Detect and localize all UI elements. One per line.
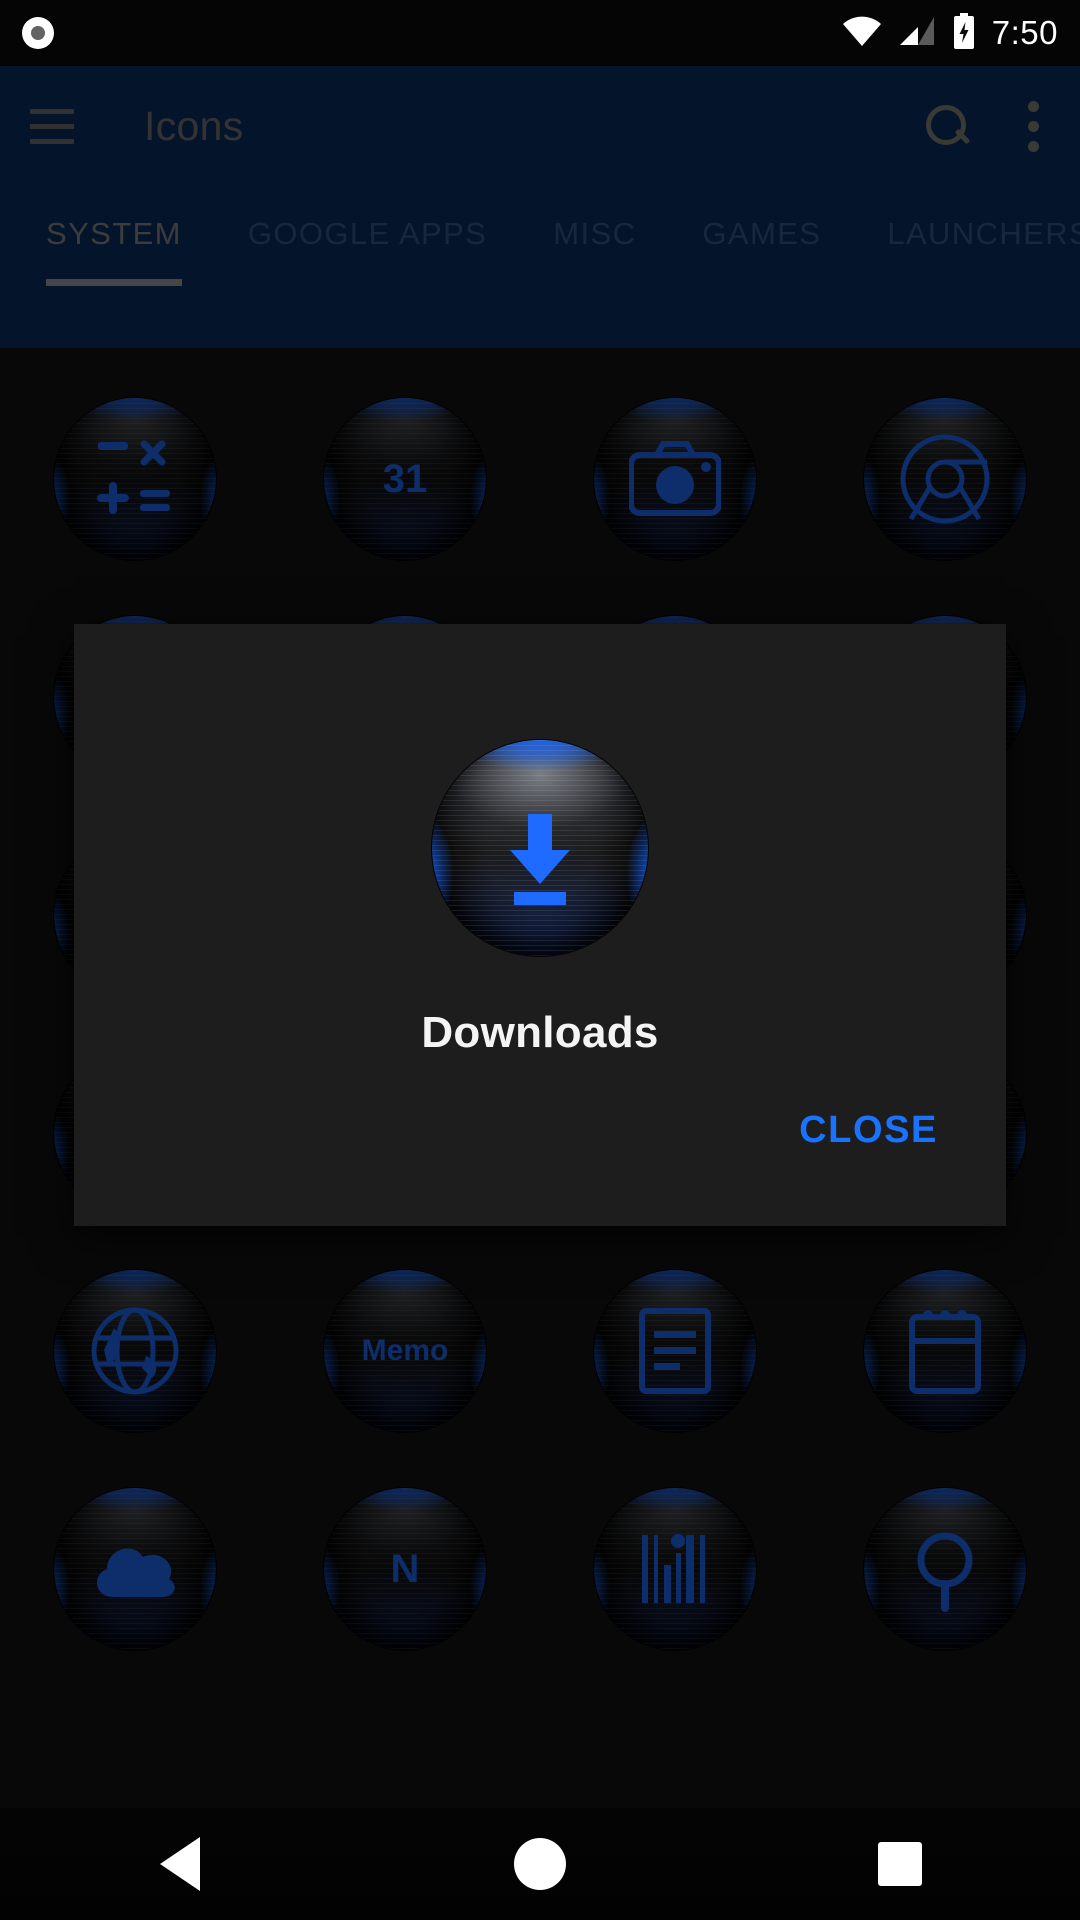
record-icon: [22, 17, 54, 49]
navigation-bar: [0, 1808, 1080, 1920]
recents-square-icon: [878, 1842, 922, 1886]
back-button[interactable]: [0, 1837, 360, 1891]
dialog-title: Downloads: [421, 1008, 659, 1057]
recents-button[interactable]: [720, 1842, 1080, 1886]
close-button[interactable]: CLOSE: [789, 1099, 948, 1162]
cellular-signal-icon: [898, 15, 936, 52]
status-bar-left: [22, 17, 54, 49]
dialog-actions: CLOSE: [74, 1099, 1006, 1226]
status-bar: 7:50: [0, 0, 1080, 66]
home-circle-icon: [514, 1838, 566, 1890]
downloads-icon: [432, 740, 648, 956]
battery-charging-icon: [952, 12, 976, 54]
download-arrow-glyph: [432, 740, 648, 956]
wifi-icon: [842, 15, 882, 52]
home-button[interactable]: [360, 1838, 720, 1890]
dialog-icon-wrap: [432, 740, 648, 956]
back-triangle-icon: [160, 1837, 200, 1891]
status-bar-right: 7:50: [842, 12, 1058, 54]
status-bar-clock: 7:50: [991, 14, 1058, 51]
phone-screen: 7:50 Icons SYSTEM GOOGLE APPS MISC GAMES…: [0, 0, 1080, 1920]
icon-preview-dialog: Downloads CLOSE: [74, 624, 1006, 1226]
